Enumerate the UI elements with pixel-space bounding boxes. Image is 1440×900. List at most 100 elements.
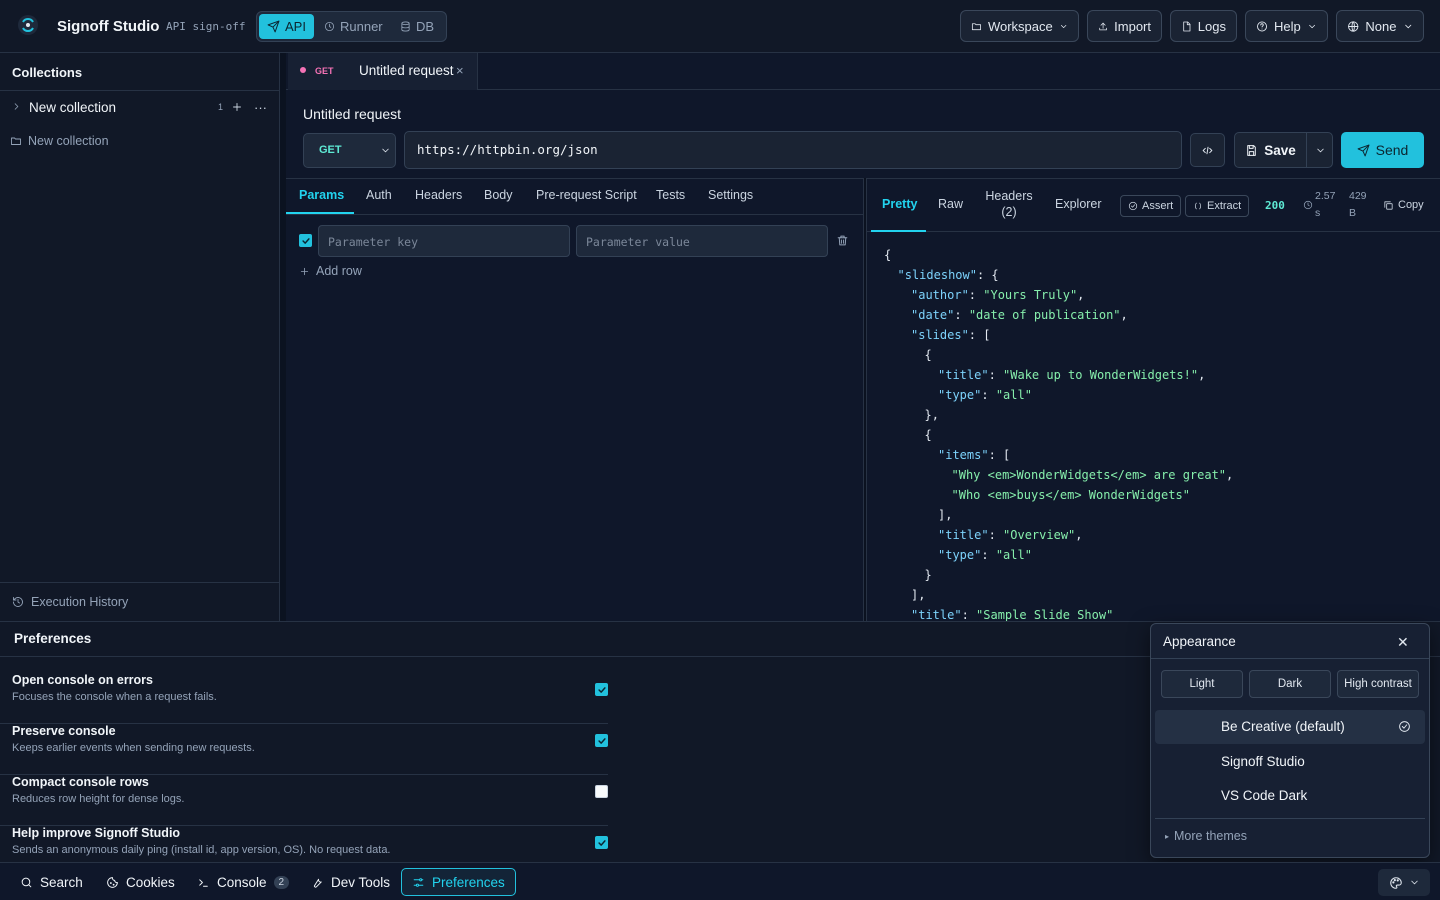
mode-runner-button[interactable]: Runner: [316, 14, 391, 39]
dev-tools-button[interactable]: Dev Tools: [301, 868, 400, 896]
more-options-icon[interactable]: ···: [254, 100, 267, 115]
panel-resize-handle[interactable]: [863, 178, 867, 621]
save-button[interactable]: Save: [1235, 133, 1307, 167]
json-punctuation: : [: [968, 328, 991, 342]
json-value: "Sample Slide Show": [976, 608, 1114, 621]
active-tab-indicator: [286, 212, 354, 214]
tab-headers[interactable]: Headers: [415, 188, 462, 202]
mode-db-button[interactable]: DB: [392, 14, 442, 39]
workspace-button[interactable]: Workspace: [960, 10, 1079, 42]
pref-preserve-console: Preserve console Keeps earlier events wh…: [0, 724, 608, 775]
json-colon: :: [988, 528, 1004, 542]
history-icon: [13, 597, 23, 607]
mode-light-button[interactable]: Light: [1161, 670, 1243, 698]
sidebar-resize-handle[interactable]: [280, 53, 286, 621]
add-row-label: Add row: [316, 264, 362, 278]
console-button[interactable]: Console 2: [187, 868, 299, 896]
execution-history-label: Execution History: [31, 595, 129, 609]
tab-body[interactable]: Body: [484, 188, 513, 202]
environment-button[interactable]: None: [1336, 10, 1424, 42]
save-options-button[interactable]: [1307, 133, 1333, 167]
add-row-button[interactable]: Add row: [299, 264, 362, 278]
pref-checkbox[interactable]: [595, 836, 608, 849]
param-enabled-checkbox[interactable]: [299, 234, 312, 247]
response-body[interactable]: {"slideshow": {"author": "Yours Truly", "…: [884, 245, 1434, 621]
pref-title: Help improve Signoff Studio: [12, 826, 181, 840]
json-key: "type": [938, 388, 982, 402]
chevron-right-icon[interactable]: [11, 101, 22, 112]
plus-icon[interactable]: [231, 101, 243, 113]
mode-dark-button[interactable]: Dark: [1249, 670, 1331, 698]
pref-description: Focuses the console when a request fails…: [12, 691, 217, 703]
chevron-down-icon: [1404, 24, 1411, 28]
tab-title: Untitled request: [359, 63, 454, 78]
save-label: Save: [1264, 142, 1296, 158]
tab-params[interactable]: Params: [299, 188, 344, 202]
send-button[interactable]: Send: [1341, 132, 1424, 168]
cookies-button[interactable]: Cookies: [96, 868, 185, 896]
tab-settings[interactable]: Settings: [708, 188, 753, 202]
dev-tools-label: Dev Tools: [331, 874, 391, 890]
check-icon: [597, 839, 606, 846]
json-colon: :: [968, 288, 984, 302]
trash-icon[interactable]: [836, 234, 849, 247]
json-line: },: [884, 405, 1434, 425]
theme-option[interactable]: Be Creative (default): [1155, 710, 1425, 744]
send-icon: [267, 20, 280, 33]
param-key-input[interactable]: Parameter key: [318, 225, 570, 257]
execution-history-button[interactable]: Execution History: [0, 582, 279, 621]
method-select[interactable]: GET: [303, 133, 396, 168]
console-label: Console: [217, 874, 267, 890]
request-title[interactable]: Untitled request: [303, 106, 401, 122]
pref-checkbox[interactable]: [595, 734, 608, 747]
request-tab[interactable]: GET Untitled request ×: [288, 53, 478, 90]
copy-button[interactable]: Copy: [1383, 199, 1424, 211]
save-button-group: Save: [1234, 132, 1333, 168]
json-colon: :: [981, 388, 996, 402]
workspace-label: Workspace: [987, 18, 1053, 34]
theme-option[interactable]: VS Code Dark: [1155, 779, 1425, 813]
tab-raw[interactable]: Raw: [938, 197, 963, 211]
palette-icon: [1389, 876, 1402, 889]
assert-button[interactable]: Assert: [1120, 195, 1182, 217]
close-icon[interactable]: ✕: [1397, 634, 1409, 651]
code-snippet-button[interactable]: [1190, 133, 1225, 167]
collection-subitem[interactable]: New collection: [10, 134, 109, 148]
help-button[interactable]: Help: [1245, 10, 1328, 42]
json-punctuation: ,: [1075, 528, 1083, 542]
json-key: "slides": [911, 328, 969, 342]
tab-tests[interactable]: Tests: [656, 188, 685, 202]
json-line: "items": [: [884, 445, 1434, 465]
tab-pre-request-script[interactable]: Pre-request Script: [536, 188, 637, 202]
more-themes-toggle[interactable]: ▸ More themes: [1165, 829, 1247, 843]
mode-api-button[interactable]: API: [259, 14, 314, 39]
request-config-tabs: Params Auth Headers Body Pre-request Scr…: [286, 178, 863, 215]
check-circle-icon: [1399, 721, 1410, 732]
check-icon: [301, 237, 310, 244]
import-button[interactable]: Import: [1087, 10, 1162, 42]
param-value-input[interactable]: Parameter value: [576, 225, 828, 257]
tab-auth[interactable]: Auth: [366, 188, 392, 202]
check-icon: [597, 686, 606, 693]
extract-button[interactable]: Extract: [1185, 195, 1250, 217]
close-tab-icon[interactable]: ×: [456, 63, 464, 78]
tab-explorer[interactable]: Explorer: [1055, 197, 1102, 211]
collection-count: 1: [218, 102, 224, 112]
search-button[interactable]: Search: [10, 868, 93, 896]
pref-checkbox[interactable]: [595, 683, 608, 696]
pref-checkbox[interactable]: [595, 785, 608, 798]
chevron-down-icon: [1316, 148, 1324, 152]
json-colon: :: [961, 608, 977, 621]
app-subtitle: API sign-off: [166, 20, 246, 33]
logs-button[interactable]: Logs: [1170, 10, 1237, 42]
collection-row[interactable]: New collection 1 ···: [0, 94, 279, 120]
tab-headers-response[interactable]: Headers (2): [985, 188, 1033, 220]
tab-pretty[interactable]: Pretty: [882, 197, 917, 211]
preferences-button[interactable]: Preferences: [401, 868, 516, 896]
appearance-button[interactable]: [1378, 869, 1430, 896]
json-line: "slides": [: [884, 325, 1434, 345]
mode-high-contrast-button[interactable]: High contrast: [1337, 670, 1419, 698]
theme-option[interactable]: Signoff Studio: [1155, 745, 1425, 779]
request-tab-bar: GET Untitled request ×: [286, 53, 1440, 90]
url-input[interactable]: https://httpbin.org/json: [404, 131, 1182, 169]
